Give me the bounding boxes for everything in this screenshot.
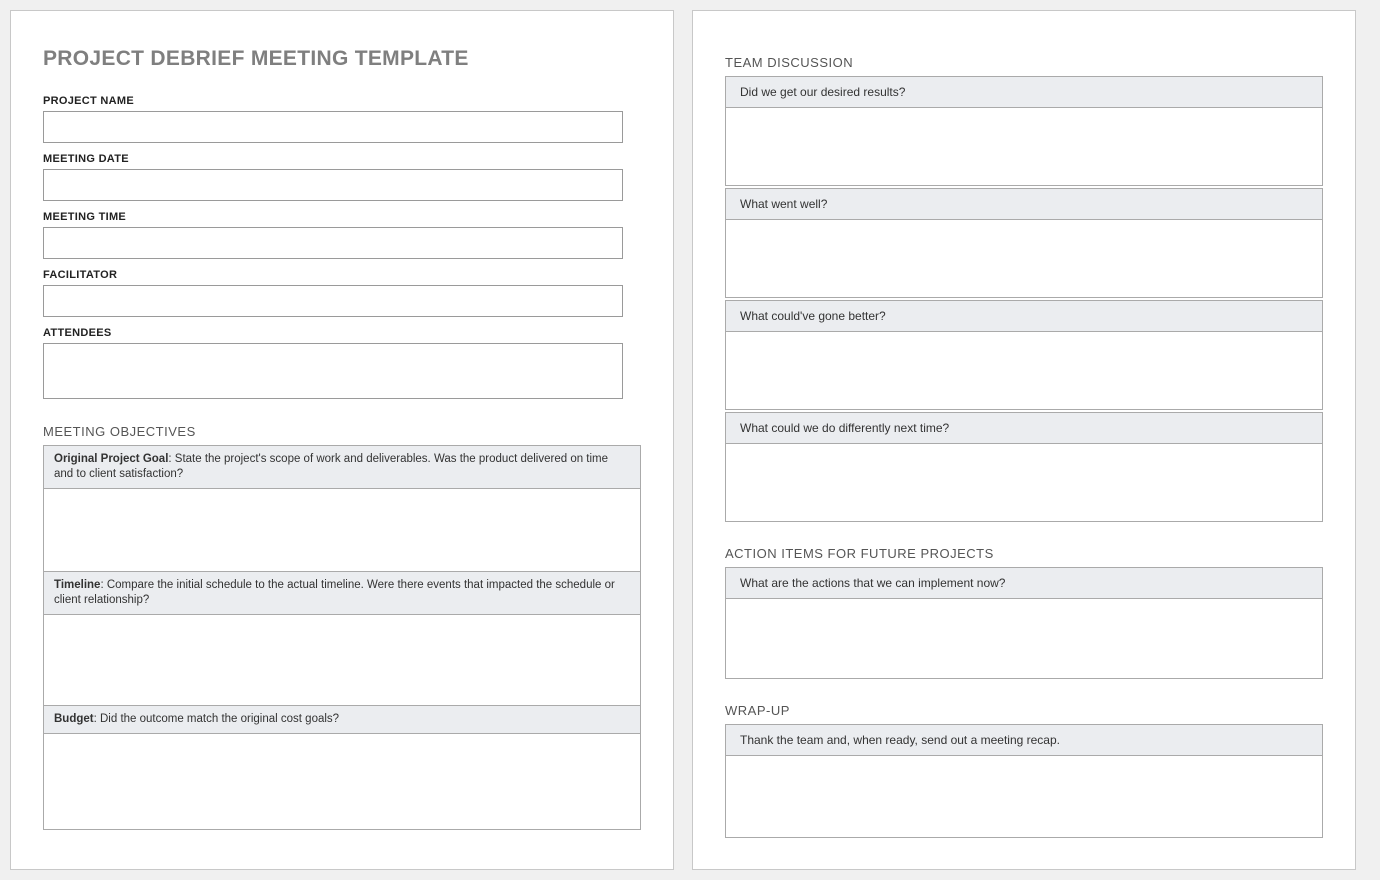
discussion-q4-header: What could we do differently next time?	[725, 412, 1323, 444]
objective-timeline-bold: Timeline	[54, 579, 100, 591]
team-discussion-heading: TEAM DISCUSSION	[725, 55, 1323, 70]
facilitator-input[interactable]	[43, 285, 623, 317]
discussion-q2-input[interactable]	[725, 220, 1323, 298]
objective-timeline-rest: : Compare the initial schedule to the ac…	[54, 579, 615, 606]
objective-budget-rest: : Did the outcome match the original cos…	[94, 713, 339, 725]
field-meeting-time: MEETING TIME	[43, 211, 623, 259]
discussion-q1-block: Did we get our desired results?	[725, 76, 1323, 186]
objective-budget-bold: Budget	[54, 713, 94, 725]
wrapup-q1-header: Thank the team and, when ready, send out…	[725, 724, 1323, 756]
meeting-date-label: MEETING DATE	[43, 153, 623, 165]
page-left: PROJECT DEBRIEF MEETING TEMPLATE PROJECT…	[10, 10, 674, 870]
action-items-heading: ACTION ITEMS FOR FUTURE PROJECTS	[725, 546, 1323, 561]
objective-goal-bold: Original Project Goal	[54, 453, 168, 465]
wrapup-q1-input[interactable]	[725, 756, 1323, 838]
objective-budget-input[interactable]	[44, 734, 640, 829]
project-name-input[interactable]	[43, 111, 623, 143]
objective-timeline-header: Timeline: Compare the initial schedule t…	[44, 572, 640, 615]
page-title: PROJECT DEBRIEF MEETING TEMPLATE	[43, 47, 641, 71]
meeting-time-label: MEETING TIME	[43, 211, 623, 223]
action-q1-block: What are the actions that we can impleme…	[725, 567, 1323, 679]
discussion-q2-block: What went well?	[725, 188, 1323, 298]
pages-container: PROJECT DEBRIEF MEETING TEMPLATE PROJECT…	[10, 10, 1370, 870]
attendees-label: ATTENDEES	[43, 327, 623, 339]
field-meeting-date: MEETING DATE	[43, 153, 623, 201]
action-q1-header: What are the actions that we can impleme…	[725, 567, 1323, 599]
discussion-q4-input[interactable]	[725, 444, 1323, 522]
wrapup-q1-block: Thank the team and, when ready, send out…	[725, 724, 1323, 838]
attendees-input[interactable]	[43, 343, 623, 399]
facilitator-label: FACILITATOR	[43, 269, 623, 281]
discussion-q1-header: Did we get our desired results?	[725, 76, 1323, 108]
project-name-label: PROJECT NAME	[43, 95, 623, 107]
field-project-name: PROJECT NAME	[43, 95, 623, 143]
discussion-q3-block: What could've gone better?	[725, 300, 1323, 410]
objective-budget-block: Budget: Did the outcome match the origin…	[43, 705, 641, 830]
discussion-q2-header: What went well?	[725, 188, 1323, 220]
discussion-q3-header: What could've gone better?	[725, 300, 1323, 332]
objective-goal-block: Original Project Goal: State the project…	[43, 445, 641, 572]
action-q1-input[interactable]	[725, 599, 1323, 679]
objective-budget-header: Budget: Did the outcome match the origin…	[44, 706, 640, 734]
objective-goal-header: Original Project Goal: State the project…	[44, 446, 640, 489]
discussion-q4-block: What could we do differently next time?	[725, 412, 1323, 522]
page-right: TEAM DISCUSSION Did we get our desired r…	[692, 10, 1356, 870]
field-facilitator: FACILITATOR	[43, 269, 623, 317]
objective-timeline-input[interactable]	[44, 615, 640, 705]
discussion-q1-input[interactable]	[725, 108, 1323, 186]
field-attendees: ATTENDEES	[43, 327, 623, 404]
meeting-time-input[interactable]	[43, 227, 623, 259]
objective-timeline-block: Timeline: Compare the initial schedule t…	[43, 571, 641, 706]
wrapup-heading: WRAP-UP	[725, 703, 1323, 718]
meeting-date-input[interactable]	[43, 169, 623, 201]
meeting-objectives-heading: MEETING OBJECTIVES	[43, 424, 641, 439]
objective-goal-input[interactable]	[44, 489, 640, 571]
discussion-q3-input[interactable]	[725, 332, 1323, 410]
meta-fields: PROJECT NAME MEETING DATE MEETING TIME F…	[43, 95, 623, 404]
